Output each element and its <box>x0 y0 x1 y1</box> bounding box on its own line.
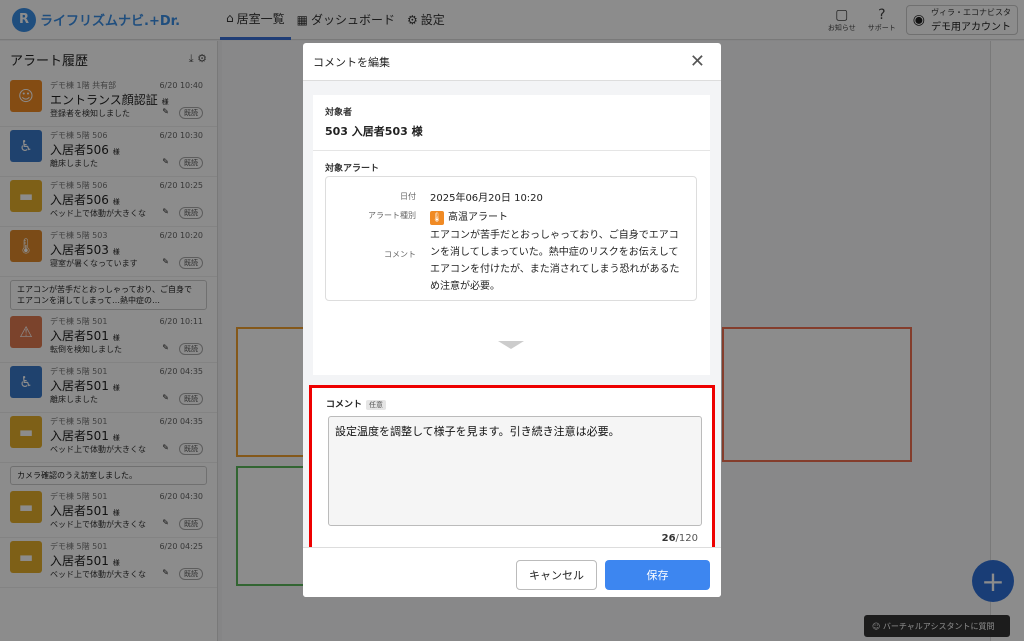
comment-edit-card: コメント 任意 設定温度を調整して様子を見ます。引き続き注意は必要。 26/120 <box>309 385 715 555</box>
char-counter: 26/120 <box>662 533 698 544</box>
modal-body: 対象者 503 入居者503 様 対象アラート 日付 2025年06月20日 10… <box>303 81 721 555</box>
alert-detail: 日付 2025年06月20日 10:20 アラート種別 🌡 高温アラート コメント エア… <box>325 176 697 301</box>
arrow-down-icon <box>498 341 524 349</box>
save-button[interactable]: 保存 <box>605 560 710 590</box>
char-max: /120 <box>675 533 698 544</box>
close-icon[interactable]: ✕ <box>690 51 705 72</box>
comment-textarea[interactable]: 設定温度を調整して様子を見ます。引き続き注意は必要。 <box>328 416 702 526</box>
type-value: 高温アラート <box>448 212 508 223</box>
modal-header: コメントを編集 ✕ <box>303 43 721 81</box>
alert-label: 対象アラート <box>325 164 380 174</box>
modal-title: コメントを編集 <box>313 55 390 69</box>
optional-badge: 任意 <box>366 400 387 410</box>
comment-label: コメント <box>326 400 363 410</box>
cancel-button[interactable]: キャンセル <box>516 560 597 590</box>
date-key: 日付 <box>400 192 416 201</box>
target-card: 対象者 503 入居者503 様 <box>313 95 710 150</box>
date-value: 2025年06月20日 10:20 <box>430 193 543 204</box>
thermometer-icon: 🌡 <box>430 211 444 225</box>
target-value: 503 入居者503 様 <box>325 125 423 138</box>
char-count: 26 <box>661 533 676 544</box>
modal-footer: キャンセル 保存 <box>303 547 721 597</box>
comment-key: コメント <box>384 250 416 259</box>
type-key: アラート種別 <box>368 211 416 220</box>
target-label: 対象者 <box>325 108 353 118</box>
comment-value: エアコンが苦手だとおっしゃっており、ご自身でエアコンを消してしまっていた。熱中症… <box>430 230 680 292</box>
edit-comment-modal: コメントを編集 ✕ 対象者 503 入居者503 様 対象アラート 日付 2025… <box>303 43 721 597</box>
alert-card: 対象アラート 日付 2025年06月20日 10:20 アラート種別 🌡 高温アラート… <box>313 150 710 375</box>
